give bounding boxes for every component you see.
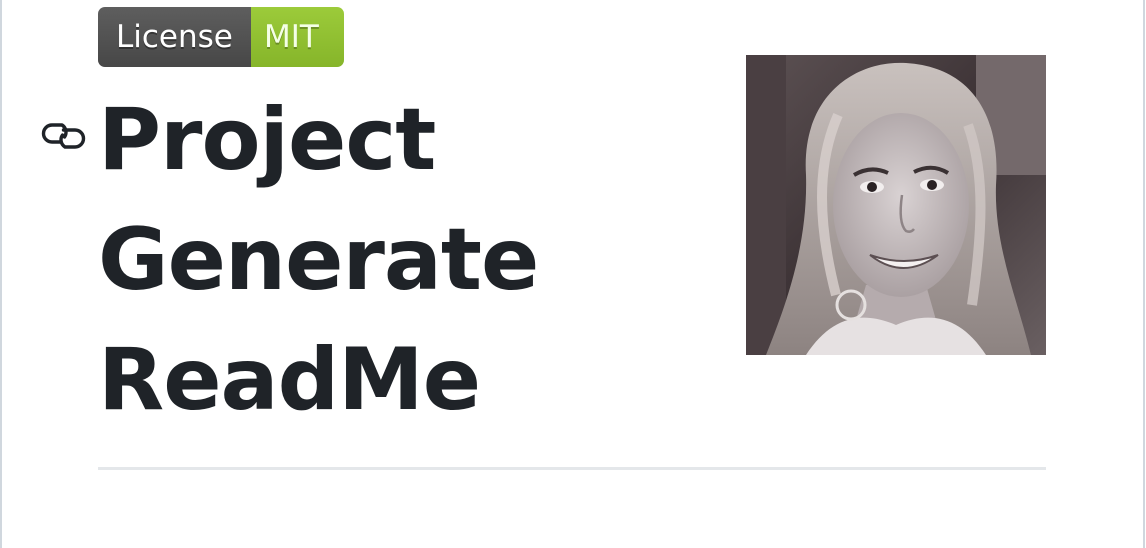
title-line-3: ReadMe [98, 330, 481, 430]
badge-value: MIT [251, 7, 344, 67]
page-border-right [1143, 0, 1145, 548]
link-icon[interactable] [40, 118, 88, 158]
page-border-left [0, 0, 2, 548]
badge-label: License [98, 7, 251, 67]
title-line-2: Generate [98, 210, 539, 310]
link-icon-graphic [41, 123, 86, 149]
author-photo [746, 55, 1046, 355]
heading-divider [98, 467, 1046, 470]
title-line-1: Project [98, 90, 436, 190]
license-badge[interactable]: License MIT [98, 7, 344, 67]
page-title: Project Generate ReadMe [98, 80, 658, 440]
portrait-image [746, 55, 1046, 355]
